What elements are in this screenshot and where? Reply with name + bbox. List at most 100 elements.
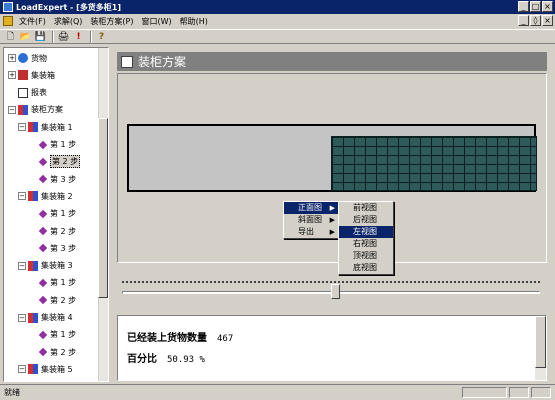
tree-node-label: 集装箱 1 [41, 122, 73, 132]
child-minimize-button[interactable]: _ [518, 15, 529, 26]
plan-icon [18, 104, 28, 115]
menu-window[interactable]: 窗口(W) [137, 16, 175, 27]
info-scrollbar-thumb[interactable] [535, 316, 546, 368]
tree-node-label: 集装箱 2 [41, 191, 73, 201]
menu-help[interactable]: 帮助(H) [176, 16, 212, 27]
expand-icon[interactable]: + [8, 71, 16, 80]
collapse-icon[interactable]: − [18, 192, 26, 201]
tree-node[interactable]: 第 1 步 [28, 207, 76, 221]
child-window-controls: _ ◊ × [518, 15, 553, 26]
tree-node-label: 第 1 步 [50, 209, 77, 219]
view-submenu: 前视图 后视图 左视图 右视图 顶视图 底视图 [338, 201, 394, 275]
status-cells [462, 387, 551, 398]
tree-node-label: 第 3 步 [50, 243, 77, 253]
tree-node[interactable]: + 集装箱 [8, 68, 55, 82]
percentage-value: 50.93 % [167, 355, 205, 365]
collapse-icon[interactable]: − [8, 105, 16, 114]
save-icon[interactable]: 💾 [34, 31, 47, 43]
collapse-icon[interactable]: − [18, 313, 26, 322]
collapse-icon[interactable]: − [18, 261, 26, 270]
plan-icon [28, 312, 38, 323]
percentage-line: 百分比 50.93 % [127, 350, 205, 365]
tree-node-label: 第 2 步 [50, 226, 77, 236]
step-icon [38, 347, 48, 357]
tree-node[interactable]: 第 2 步 [28, 345, 76, 359]
tree-node[interactable]: 第 1 步 [28, 138, 76, 152]
step-icon [38, 244, 48, 253]
toolbar-separator [90, 30, 92, 43]
tree-node-label: 装柜方案 [31, 105, 63, 115]
status-text: 就绪 [4, 388, 20, 397]
step-icon [38, 226, 48, 236]
tree-node[interactable]: + 货物 [8, 51, 47, 65]
tree-node[interactable]: 第 3 步 [28, 172, 76, 186]
step-icon [38, 140, 48, 149]
tree-node[interactable]: 第 3 步 [28, 241, 76, 255]
collapse-icon[interactable]: − [18, 365, 26, 374]
child-close-button[interactable]: × [542, 15, 553, 26]
print-icon[interactable]: 🖨 [57, 31, 70, 43]
ctx-item-label: 导出 [298, 227, 314, 236]
tree-node[interactable]: 第 2 步 [28, 293, 76, 307]
submenu-item-bottom[interactable]: 底视图 [339, 262, 393, 274]
loaded-cargo-block [331, 136, 537, 191]
submenu-item-back[interactable]: 后视图 [339, 214, 393, 226]
tree-node-label: 第 1 步 [50, 330, 77, 340]
tree-node[interactable]: 第 2 步 [28, 224, 76, 238]
tree-node[interactable]: − 集装箱 1 [18, 120, 73, 134]
step-slider-thumb[interactable] [331, 284, 340, 299]
submenu-arrow-icon: ▶ [329, 228, 335, 236]
minimize-button[interactable]: _ [518, 1, 529, 12]
new-file-icon[interactable]: 🗋 [4, 31, 17, 43]
tree-node-label: 第 1 步 [50, 278, 77, 288]
document-icon[interactable] [3, 16, 13, 26]
submenu-item-top[interactable]: 顶视图 [339, 250, 393, 262]
loaded-count-label: 已经装上货物数量 [127, 333, 207, 344]
percentage-label: 百分比 [127, 354, 157, 365]
child-restore-button[interactable]: ◊ [530, 15, 541, 26]
tree-node[interactable]: − 集装箱 4 [18, 311, 73, 325]
tree-node[interactable]: − 集装箱 3 [18, 259, 73, 273]
tree-node-label: 报表 [31, 88, 47, 98]
content-header: 装柜方案 [117, 52, 547, 71]
menu-plan[interactable]: 装柜方案(P) [86, 16, 137, 27]
step-icon [38, 209, 48, 218]
report-icon [18, 87, 28, 98]
tree-node[interactable]: − 集装箱 5 [18, 362, 73, 376]
collapse-icon[interactable]: − [18, 123, 26, 132]
tree-node-label: 集装箱 5 [41, 364, 73, 374]
menu-solve[interactable]: 求解(Q) [50, 16, 87, 27]
tree-node[interactable]: − 集装箱 2 [18, 189, 73, 203]
close-button[interactable]: × [542, 1, 553, 12]
loaded-count-value: 467 [217, 334, 234, 344]
tree-node[interactable]: − 装柜方案 [8, 103, 63, 117]
status-cell [509, 387, 529, 398]
ctx-item-export[interactable]: 导出 ▶ [284, 226, 338, 238]
tree-node[interactable]: 第 1 步 [28, 328, 76, 342]
tree-node-label: 第 2 步 [50, 347, 77, 357]
tree-node[interactable]: 第 2 步 [28, 155, 81, 169]
submenu-item-right[interactable]: 右视图 [339, 238, 393, 250]
menu-file[interactable]: 文件(F) [15, 16, 50, 27]
maximize-button[interactable]: □ [530, 1, 541, 12]
goods-icon [18, 53, 28, 63]
title-bar: LoadExpert - [多货多柜1] [0, 0, 555, 14]
open-folder-icon[interactable]: 📂 [19, 31, 32, 43]
plan-icon [28, 191, 38, 202]
submenu-item-front[interactable]: 前视图 [339, 202, 393, 214]
ctx-item-front-view[interactable]: 正面图 ▶ [284, 202, 338, 214]
tree-panel: + 货物 + 集装箱 报表 − 装柜方案 − 集装箱 1第 1 步第 2 步第 3 步 − 集装箱 … [3, 47, 109, 382]
tree-node[interactable]: 报表 [8, 86, 47, 100]
status-bar: 就绪 [0, 384, 555, 400]
expand-icon[interactable]: + [8, 54, 16, 62]
solve-icon[interactable]: ! [72, 31, 85, 43]
help-icon[interactable]: ? [95, 31, 108, 43]
plan-icon [28, 260, 38, 271]
tree-scrollbar-thumb[interactable] [98, 118, 108, 298]
ctx-item-oblique-view[interactable]: 斜面图 ▶ [284, 214, 338, 226]
submenu-item-left[interactable]: 左视图 [339, 226, 393, 238]
tree-node-label: 第 2 步 [50, 155, 81, 169]
step-icon [38, 330, 48, 340]
submenu-arrow-icon: ▶ [329, 216, 335, 224]
tree-node[interactable]: 第 1 步 [28, 276, 76, 290]
